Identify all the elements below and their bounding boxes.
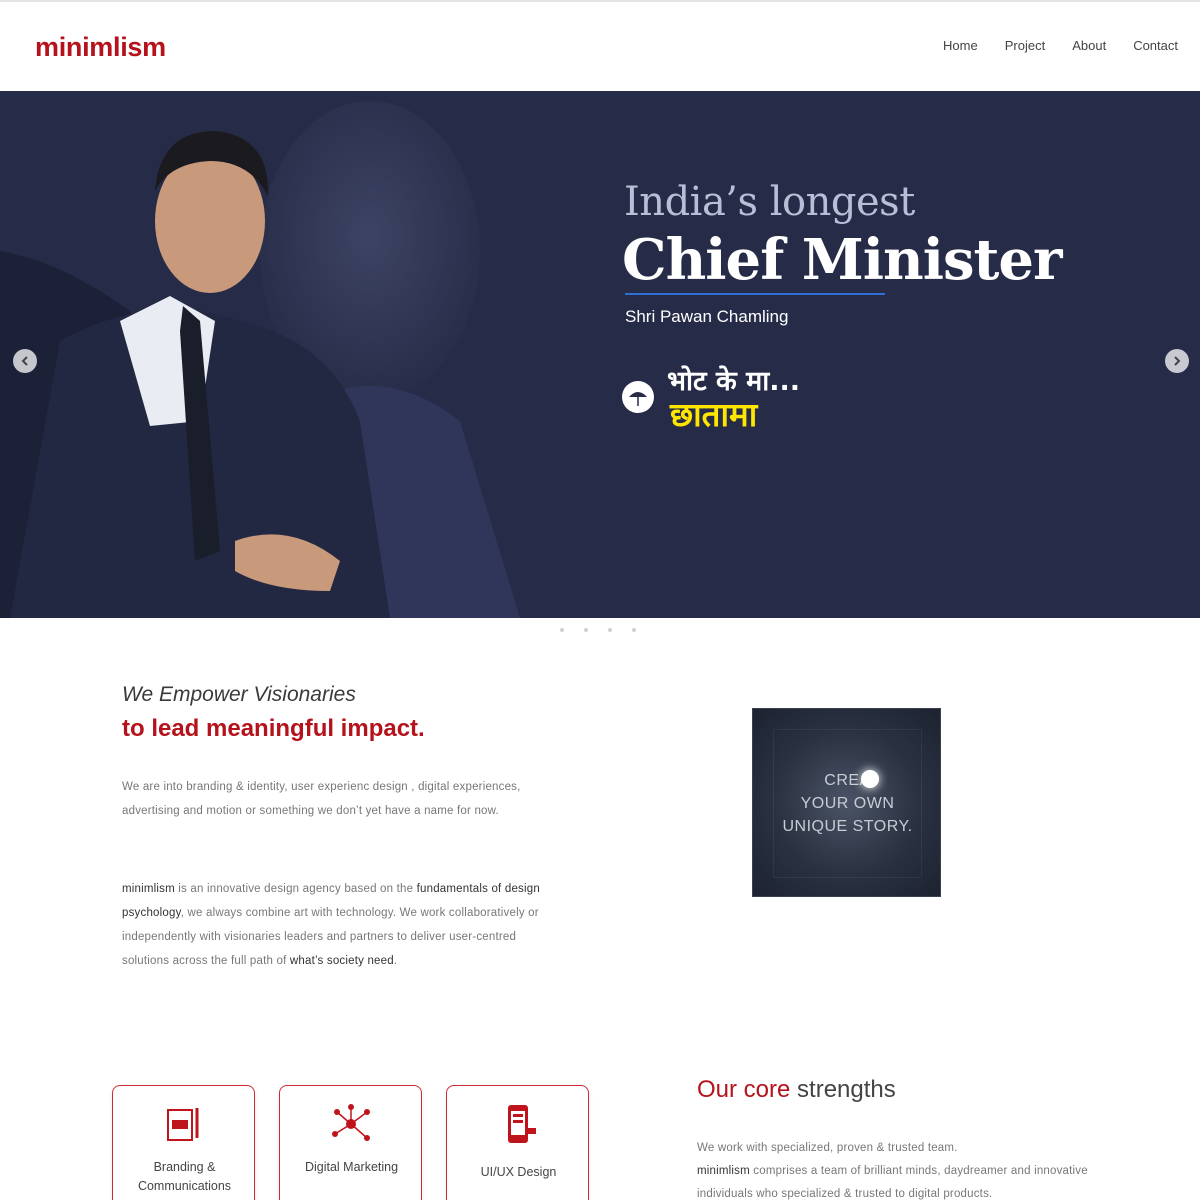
hero-underline [625, 293, 885, 295]
slider-dot[interactable] [584, 628, 588, 632]
chevron-right-icon [1174, 356, 1181, 366]
nav-about[interactable]: About [1072, 38, 1106, 53]
site-header: minimlism Home Project About Contact [0, 2, 1200, 91]
hero-title: Chief Minister [622, 227, 1063, 293]
intro-paragraph: We are into branding & identity, user ex… [122, 781, 521, 817]
empower-subheading: to lead meaningful impact. [122, 715, 425, 742]
about-paragraph: minimlism is an innovative design agency… [122, 883, 540, 967]
brand-name: minimlism [697, 1165, 750, 1177]
service-label: Branding & Communications [137, 1160, 232, 1193]
light-dot [861, 770, 879, 788]
slider-dot[interactable] [560, 628, 564, 632]
slider-pagination [560, 628, 636, 632]
mobile-design-icon [507, 1105, 536, 1143]
brand-name: minimlism [122, 883, 175, 895]
nav-home[interactable]: Home [943, 38, 978, 53]
slider-prev-button[interactable] [13, 349, 37, 373]
network-icon [331, 1104, 370, 1141]
hero-subtitle: India’s longest [624, 179, 915, 225]
slider-dot[interactable] [608, 628, 612, 632]
umbrella-icon [622, 381, 654, 413]
strengths-text: We work with specialized, proven & trust… [697, 1142, 1088, 1200]
slogan-line-2: छातामा [670, 395, 758, 434]
site-logo[interactable]: minimlism [35, 32, 166, 63]
slider-next-button[interactable] [1165, 349, 1189, 373]
service-card-uiux[interactable]: UI/UX Design [446, 1085, 589, 1200]
empower-heading: We Empower Visionaries [122, 683, 356, 706]
campaign-slogan: भोट के मा... छातामा [622, 361, 862, 434]
service-label: UI/UX Design [480, 1165, 557, 1179]
story-video-thumbnail[interactable]: CREA YOUR OWN UNIQUE STORY. [752, 708, 941, 897]
service-card-branding[interactable]: Branding & Communications [112, 1085, 255, 1200]
main-nav: Home Project About Contact [916, 38, 1178, 53]
service-card-digital-marketing[interactable]: Digital Marketing [279, 1085, 422, 1200]
strengths-heading: Our core strengths [697, 1076, 896, 1103]
story-text: CREA YOUR OWN UNIQUE STORY. [782, 772, 913, 835]
nav-project[interactable]: Project [1005, 38, 1045, 53]
hero-name: Shri Pawan Chamling [625, 307, 789, 326]
service-label: Digital Marketing [304, 1160, 399, 1174]
slider-dot[interactable] [632, 628, 636, 632]
hero-slider: India’s longest Chief Minister Shri Pawa… [0, 91, 1200, 618]
branding-icon [166, 1108, 198, 1141]
chevron-left-icon [21, 356, 28, 366]
hero-portrait [0, 131, 390, 618]
nav-contact[interactable]: Contact [1133, 38, 1178, 53]
